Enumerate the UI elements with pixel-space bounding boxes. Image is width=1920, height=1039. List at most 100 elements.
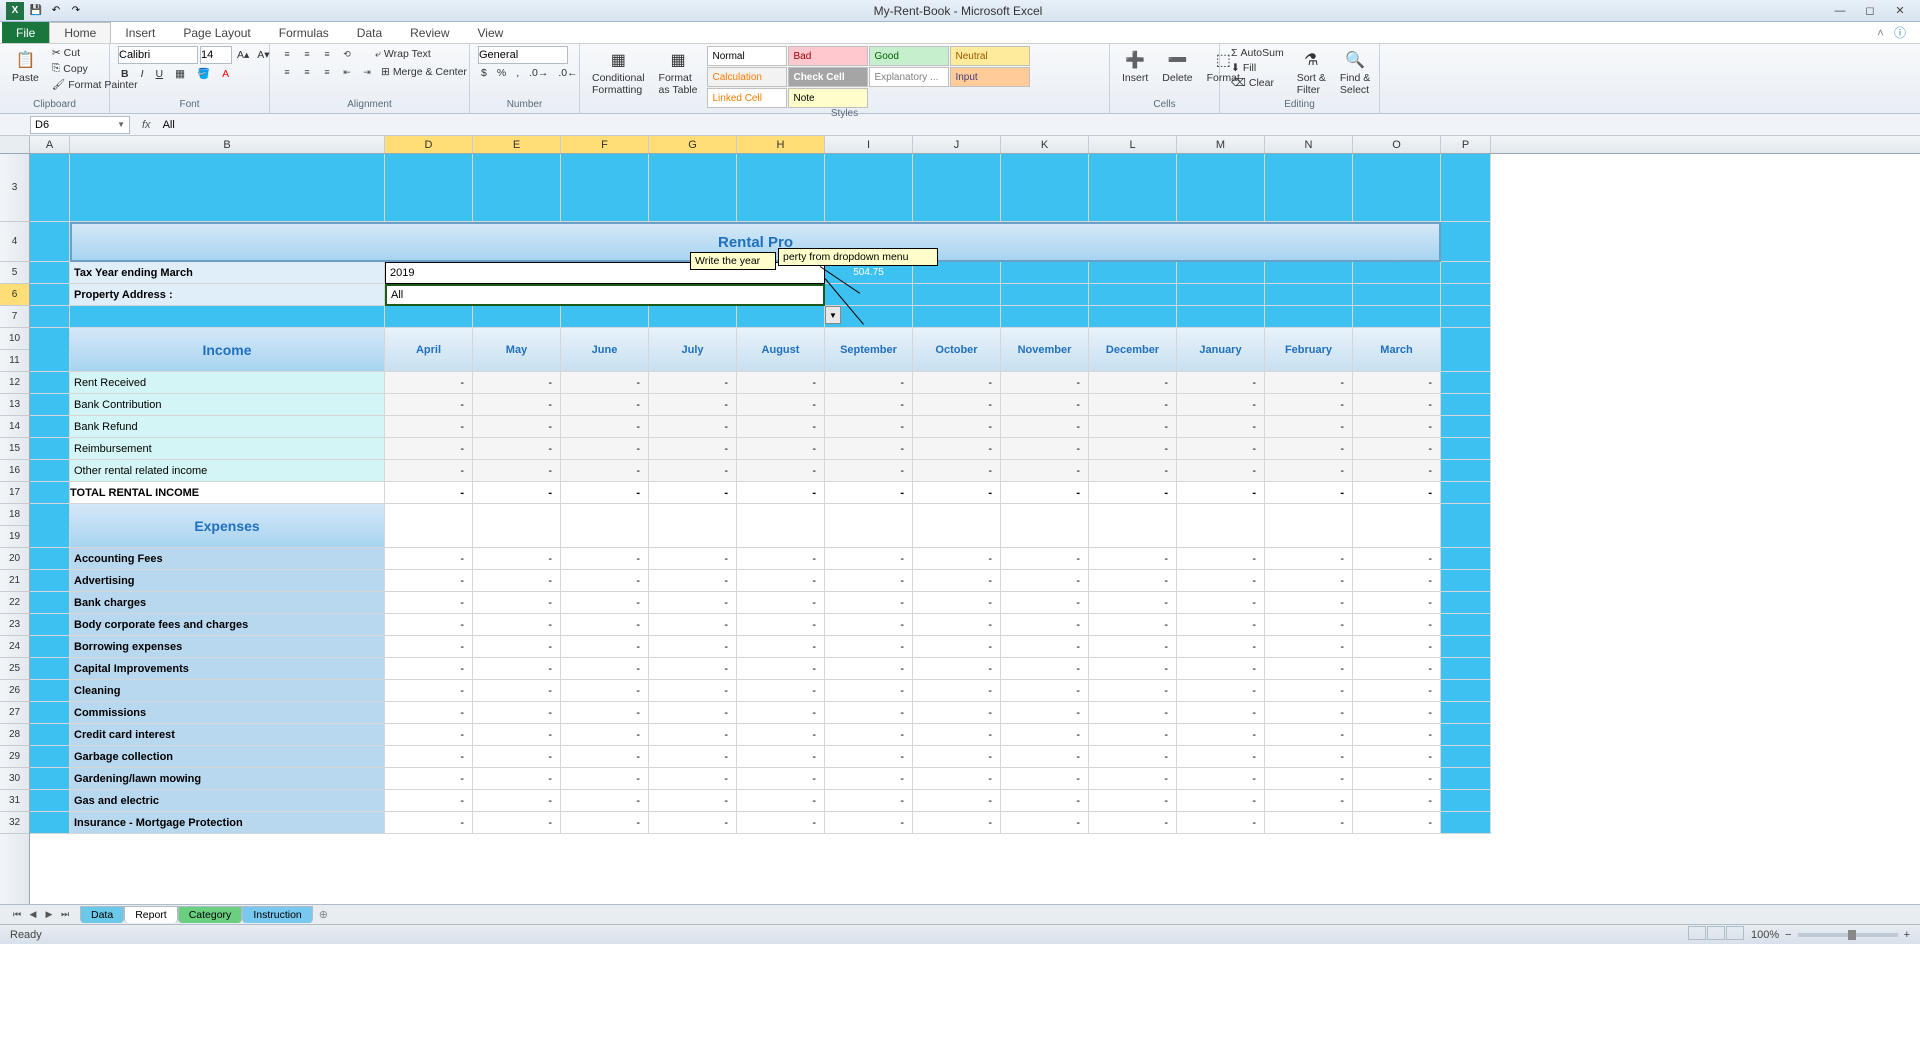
expense-cell[interactable]: - xyxy=(1001,812,1089,834)
expense-cell[interactable]: - xyxy=(1353,790,1441,812)
expense-cell[interactable]: - xyxy=(913,570,1001,592)
income-cell[interactable]: - xyxy=(385,416,473,438)
expense-cell[interactable]: - xyxy=(1177,790,1265,812)
expense-cell[interactable]: - xyxy=(737,790,825,812)
expense-row-0[interactable]: Accounting Fees xyxy=(70,548,385,570)
expense-cell[interactable]: - xyxy=(1001,548,1089,570)
income-cell[interactable]: - xyxy=(913,438,1001,460)
expense-cell[interactable]: - xyxy=(1177,680,1265,702)
conditional-formatting-button[interactable]: ▦Conditional Formatting xyxy=(588,46,649,98)
paste-button[interactable]: 📋Paste xyxy=(8,46,43,86)
file-tab[interactable]: File xyxy=(2,22,49,43)
expense-cell[interactable]: - xyxy=(825,790,913,812)
income-cell[interactable]: - xyxy=(1001,416,1089,438)
month-header-march[interactable]: March xyxy=(1353,328,1441,372)
expense-cell[interactable]: - xyxy=(1089,790,1177,812)
expense-cell[interactable]: - xyxy=(1265,812,1353,834)
row-header-24[interactable]: 24 xyxy=(0,636,29,658)
expense-cell[interactable]: - xyxy=(473,812,561,834)
orientation-icon[interactable]: ⟲ xyxy=(338,46,356,62)
side-value[interactable]: 504.75 xyxy=(825,262,913,284)
tab-page-layout[interactable]: Page Layout xyxy=(169,22,264,43)
income-row-3[interactable]: Reimbursement xyxy=(70,438,385,460)
merge-center-button[interactable]: ⊞ Merge & Center xyxy=(378,64,470,80)
income-cell[interactable]: - xyxy=(1089,460,1177,482)
clear-button[interactable]: ⌫ Clear xyxy=(1228,76,1287,90)
expense-cell[interactable]: - xyxy=(561,592,649,614)
expense-header-blank[interactable] xyxy=(1177,504,1265,548)
income-cell[interactable]: - xyxy=(1177,460,1265,482)
row-header-13[interactable]: 13 xyxy=(0,394,29,416)
expense-cell[interactable]: - xyxy=(473,592,561,614)
income-cell[interactable]: - xyxy=(1089,438,1177,460)
row-header-28[interactable]: 28 xyxy=(0,724,29,746)
income-cell[interactable]: - xyxy=(913,460,1001,482)
expense-cell[interactable]: - xyxy=(1265,746,1353,768)
expense-cell[interactable]: - xyxy=(825,680,913,702)
expense-cell[interactable]: - xyxy=(1001,702,1089,724)
sheet-tab-category[interactable]: Category xyxy=(178,906,243,923)
expense-row-12[interactable]: Insurance - Mortgage Protection xyxy=(70,812,385,834)
expense-cell[interactable]: - xyxy=(1177,768,1265,790)
expense-cell[interactable]: - xyxy=(385,636,473,658)
income-cell[interactable]: - xyxy=(1177,416,1265,438)
income-cell[interactable]: - xyxy=(473,460,561,482)
income-cell[interactable]: - xyxy=(1265,460,1353,482)
expense-cell[interactable]: - xyxy=(825,658,913,680)
month-header-october[interactable]: October xyxy=(913,328,1001,372)
expense-cell[interactable]: - xyxy=(1265,592,1353,614)
col-header-N[interactable]: N xyxy=(1265,136,1353,153)
month-header-february[interactable]: February xyxy=(1265,328,1353,372)
expense-cell[interactable]: - xyxy=(1265,702,1353,724)
expense-cell[interactable]: - xyxy=(561,790,649,812)
align-middle-icon[interactable]: ≡ xyxy=(298,46,316,62)
expense-cell[interactable]: - xyxy=(825,614,913,636)
expense-row-11[interactable]: Gas and electric xyxy=(70,790,385,812)
expense-cell[interactable]: - xyxy=(825,746,913,768)
decrease-indent-icon[interactable]: ⇤ xyxy=(338,64,356,80)
expense-cell[interactable]: - xyxy=(561,614,649,636)
style-normal[interactable]: Normal xyxy=(707,46,787,66)
expense-cell[interactable]: - xyxy=(561,658,649,680)
style-calculation[interactable]: Calculation xyxy=(707,67,787,87)
income-cell[interactable]: - xyxy=(913,394,1001,416)
income-cell[interactable]: - xyxy=(1353,372,1441,394)
row-header-10[interactable]: 10 xyxy=(0,328,29,350)
income-cell[interactable]: - xyxy=(473,416,561,438)
expense-cell[interactable]: - xyxy=(561,680,649,702)
expense-cell[interactable]: - xyxy=(473,570,561,592)
expense-cell[interactable]: - xyxy=(1353,680,1441,702)
expense-cell[interactable]: - xyxy=(737,724,825,746)
expense-cell[interactable]: - xyxy=(1265,768,1353,790)
row-header-27[interactable]: 27 xyxy=(0,702,29,724)
style-explanatory-[interactable]: Explanatory ... xyxy=(869,67,949,87)
expense-cell[interactable]: - xyxy=(913,702,1001,724)
income-cell[interactable]: - xyxy=(561,460,649,482)
expense-cell[interactable]: - xyxy=(649,592,737,614)
expense-cell[interactable]: - xyxy=(561,636,649,658)
expense-cell[interactable]: - xyxy=(1353,702,1441,724)
align-right-icon[interactable]: ≡ xyxy=(318,64,336,80)
income-cell[interactable]: - xyxy=(825,372,913,394)
expense-cell[interactable]: - xyxy=(385,680,473,702)
expense-cell[interactable]: - xyxy=(825,592,913,614)
fx-icon[interactable]: fx xyxy=(134,119,159,131)
tab-formulas[interactable]: Formulas xyxy=(265,22,343,43)
total-rental-income-label[interactable]: TOTAL RENTAL INCOME xyxy=(70,482,385,504)
expense-cell[interactable]: - xyxy=(473,680,561,702)
month-header-may[interactable]: May xyxy=(473,328,561,372)
expense-cell[interactable]: - xyxy=(1177,636,1265,658)
row-header-23[interactable]: 23 xyxy=(0,614,29,636)
expense-cell[interactable]: - xyxy=(737,768,825,790)
expense-header-blank[interactable] xyxy=(649,504,737,548)
expense-cell[interactable]: - xyxy=(1089,702,1177,724)
expense-header-blank[interactable] xyxy=(825,504,913,548)
row-header-16[interactable]: 16 xyxy=(0,460,29,482)
tab-home[interactable]: Home xyxy=(49,22,111,43)
total-income-cell[interactable]: - xyxy=(473,482,561,504)
currency-icon[interactable]: $ xyxy=(478,66,490,80)
expense-cell[interactable]: - xyxy=(1177,592,1265,614)
expense-cell[interactable]: - xyxy=(737,636,825,658)
italic-button[interactable]: I xyxy=(138,66,147,81)
save-icon[interactable]: 💾 xyxy=(28,3,44,19)
